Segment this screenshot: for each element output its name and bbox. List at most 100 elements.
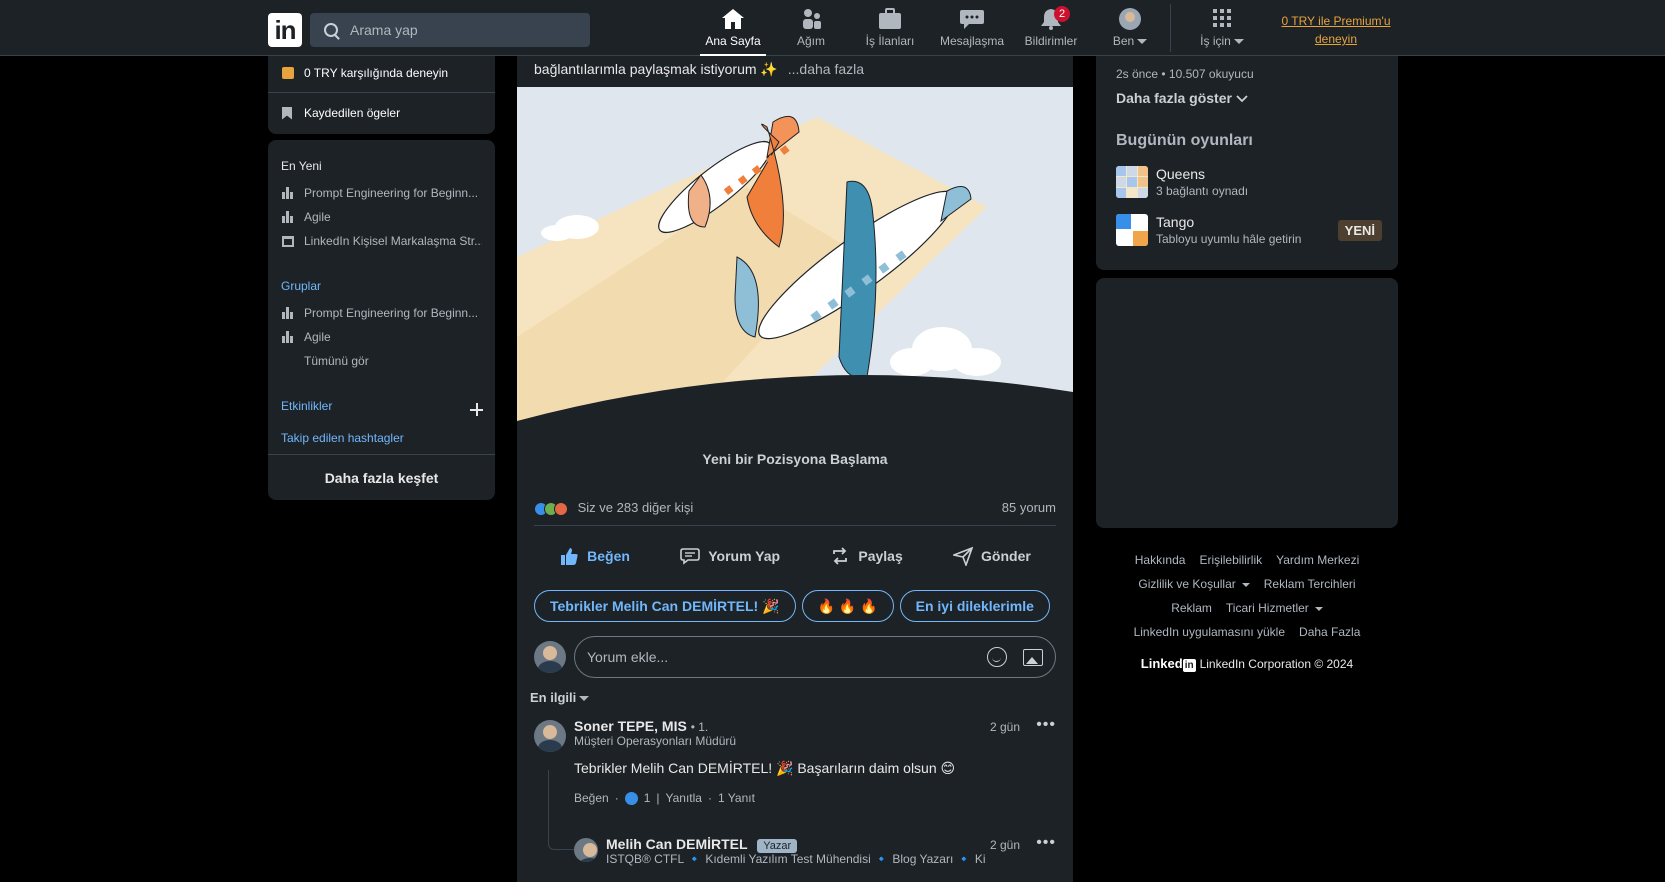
send-button[interactable]: Gönder bbox=[951, 536, 1031, 576]
linkedin-logo[interactable]: in bbox=[268, 13, 302, 47]
nav-me[interactable]: Ben bbox=[1100, 8, 1160, 56]
recent-item[interactable]: LinkedIn Kişisel Markalaşma Str... bbox=[282, 234, 482, 248]
nav-notifications-label: Bildirimler bbox=[1024, 34, 1078, 48]
comment-input-wrap[interactable] bbox=[574, 636, 1056, 678]
nav-home[interactable]: Ana Sayfa bbox=[700, 8, 766, 56]
comment-composer bbox=[534, 636, 1056, 678]
premium-link[interactable]: 0 TRY ile Premium'u deneyin bbox=[1278, 12, 1394, 48]
like-button[interactable]: Beğen bbox=[559, 536, 630, 576]
bell-icon: 2 bbox=[1038, 6, 1070, 30]
reactions-summary[interactable]: Siz ve 283 diğer kişi bbox=[534, 500, 693, 516]
chevron-down-icon bbox=[579, 696, 590, 702]
suggested-comment-chip[interactable]: 🔥 🔥 🔥 bbox=[801, 590, 894, 622]
recent-item-label: LinkedIn Kişisel Markalaşma Str... bbox=[304, 234, 482, 248]
premium-trial-link[interactable]: 0 TRY karşılığında deneyin bbox=[282, 66, 448, 80]
chevron-down-icon bbox=[1236, 90, 1248, 106]
home-icon bbox=[720, 8, 746, 30]
recent-heading: En Yeni bbox=[281, 159, 322, 173]
author-badge: Yazar bbox=[757, 839, 798, 853]
suggested-comment-chip[interactable]: Tebrikler Melih Can DEMİRTEL! 🎉 bbox=[534, 590, 796, 622]
comment-replies-count[interactable]: 1 Yanıt bbox=[718, 791, 755, 805]
chevron-down-icon bbox=[1241, 582, 1250, 587]
events-link[interactable]: Etkinlikler bbox=[281, 399, 332, 413]
calendar-icon bbox=[282, 235, 294, 247]
footer-link[interactable]: Gizlilik ve Koşullar bbox=[1138, 572, 1250, 596]
nav-me-label: Ben bbox=[1112, 34, 1135, 48]
comments-count[interactable]: 85 yorum bbox=[1002, 500, 1056, 516]
comment-input[interactable] bbox=[587, 649, 977, 665]
group-item[interactable]: Prompt Engineering for Beginn... bbox=[282, 306, 482, 320]
nav-jobs[interactable]: İş İlanları bbox=[862, 8, 918, 56]
nav-messaging-label: Mesajlaşma bbox=[939, 34, 1005, 48]
commenter-name[interactable]: Melih Can DEMİRTEL Yazar bbox=[606, 836, 986, 853]
discover-more-button[interactable]: Daha fazla keşfet bbox=[268, 470, 495, 486]
linkedin-mini-logo: in bbox=[1182, 659, 1196, 672]
saved-items-link[interactable]: Kaydedilen ögeler bbox=[282, 106, 400, 120]
more-options-icon[interactable]: ••• bbox=[1036, 834, 1056, 852]
suggested-comment-chip[interactable]: En iyi dileklerimle bbox=[899, 590, 1050, 622]
nav-business[interactable]: İş için bbox=[1192, 8, 1252, 56]
like-reaction-icon bbox=[624, 791, 638, 805]
comment-like-button[interactable]: Beğen bbox=[574, 791, 609, 805]
image-icon[interactable] bbox=[1023, 648, 1043, 666]
nav-me-avatar-wrap bbox=[1117, 8, 1143, 30]
comment-like-count[interactable]: 1 bbox=[644, 791, 651, 805]
nav-home-label: Ana Sayfa bbox=[705, 34, 761, 48]
see-more-link[interactable]: ...daha fazla bbox=[788, 61, 864, 77]
separator: · bbox=[707, 791, 712, 805]
post-illustration[interactable] bbox=[517, 87, 1073, 421]
groups-heading[interactable]: Gruplar bbox=[281, 279, 321, 293]
comment-sort-dropdown[interactable]: En ilgili bbox=[530, 690, 590, 705]
see-all-groups-link[interactable]: Tümünü gör bbox=[304, 354, 504, 368]
comment-reply-button[interactable]: Yanıtla bbox=[666, 791, 702, 805]
avatar[interactable] bbox=[534, 720, 566, 752]
footer-link[interactable]: Hakkında bbox=[1135, 548, 1186, 572]
plus-icon[interactable] bbox=[470, 403, 483, 416]
repost-icon bbox=[830, 546, 850, 566]
game-name: Queens bbox=[1156, 166, 1206, 182]
recent-item[interactable]: Prompt Engineering for Beginn... bbox=[282, 186, 482, 200]
footer-link[interactable]: Ticari Hizmetler bbox=[1226, 596, 1323, 620]
footer-link[interactable]: Reklam bbox=[1171, 596, 1212, 620]
group-item[interactable]: Agile bbox=[282, 330, 482, 344]
recent-item-label: Agile bbox=[304, 210, 331, 224]
footer-link[interactable]: Reklam Tercihleri bbox=[1264, 572, 1356, 596]
search-bar[interactable] bbox=[310, 13, 590, 47]
right-news-games-card: 2s önce • 10.507 okuyucu Daha fazla göst… bbox=[1096, 56, 1398, 270]
game-queens[interactable]: Queens 3 bağlantı oynadı bbox=[1116, 166, 1382, 198]
saved-items-label: Kaydedilen ögeler bbox=[304, 106, 401, 120]
comment-button[interactable]: Yorum Yap bbox=[680, 536, 780, 576]
show-more-button[interactable]: Daha fazla göster bbox=[1116, 90, 1248, 106]
nav-network-label: Ağım bbox=[796, 34, 825, 48]
reaction-icons bbox=[534, 501, 568, 516]
left-profile-card: 0 TRY karşılığında deneyin Kaydedilen ög… bbox=[268, 56, 495, 134]
premium-line-1: 0 TRY ile Premium'u bbox=[1281, 14, 1391, 28]
group-icon bbox=[282, 331, 294, 343]
group-item-label: Agile bbox=[304, 330, 331, 344]
nav-network[interactable]: Ağım bbox=[790, 8, 832, 56]
hashtags-link[interactable]: Takip edilen hashtagler bbox=[281, 431, 404, 445]
like-label: Beğen bbox=[587, 548, 630, 564]
commenter-name[interactable]: Soner TEPE, MIS • 1. bbox=[574, 718, 994, 734]
footer-link[interactable]: Erişilebilirlik bbox=[1199, 548, 1262, 572]
game-subtitle: Tabloyu uyumlu hâle getirin bbox=[1156, 232, 1302, 246]
search-input[interactable] bbox=[350, 22, 570, 38]
more-options-icon[interactable]: ••• bbox=[1036, 716, 1056, 734]
repost-button[interactable]: Paylaş bbox=[830, 536, 903, 576]
post-text: bağlantılarımla paylaşmak istiyorum ✨ ..… bbox=[534, 61, 864, 78]
game-tango[interactable]: Tango Tabloyu uyumlu hâle getirin YENİ bbox=[1116, 214, 1382, 246]
footer-link[interactable]: Daha Fazla bbox=[1299, 620, 1360, 644]
recent-item-label: Prompt Engineering for Beginn... bbox=[304, 186, 479, 200]
ad-placeholder bbox=[1096, 278, 1398, 528]
top-nav: in Ana Sayfa Ağım İş İlanları Mesajlaşma… bbox=[0, 0, 1665, 56]
avatar[interactable] bbox=[574, 838, 598, 862]
nav-notifications[interactable]: 2 Bildirimler bbox=[1022, 6, 1080, 56]
footer-link[interactable]: Yardım Merkezi bbox=[1276, 548, 1359, 572]
nav-messaging[interactable]: Mesajlaşma bbox=[938, 8, 1006, 56]
emoji-icon[interactable] bbox=[987, 647, 1007, 667]
avatar bbox=[534, 641, 566, 673]
footer-link[interactable]: LinkedIn uygulamasını yükle bbox=[1134, 620, 1285, 644]
recent-item[interactable]: Agile bbox=[282, 210, 482, 224]
group-item-label: Prompt Engineering for Beginn... bbox=[304, 306, 479, 320]
show-more-label: Daha fazla göster bbox=[1116, 90, 1232, 106]
